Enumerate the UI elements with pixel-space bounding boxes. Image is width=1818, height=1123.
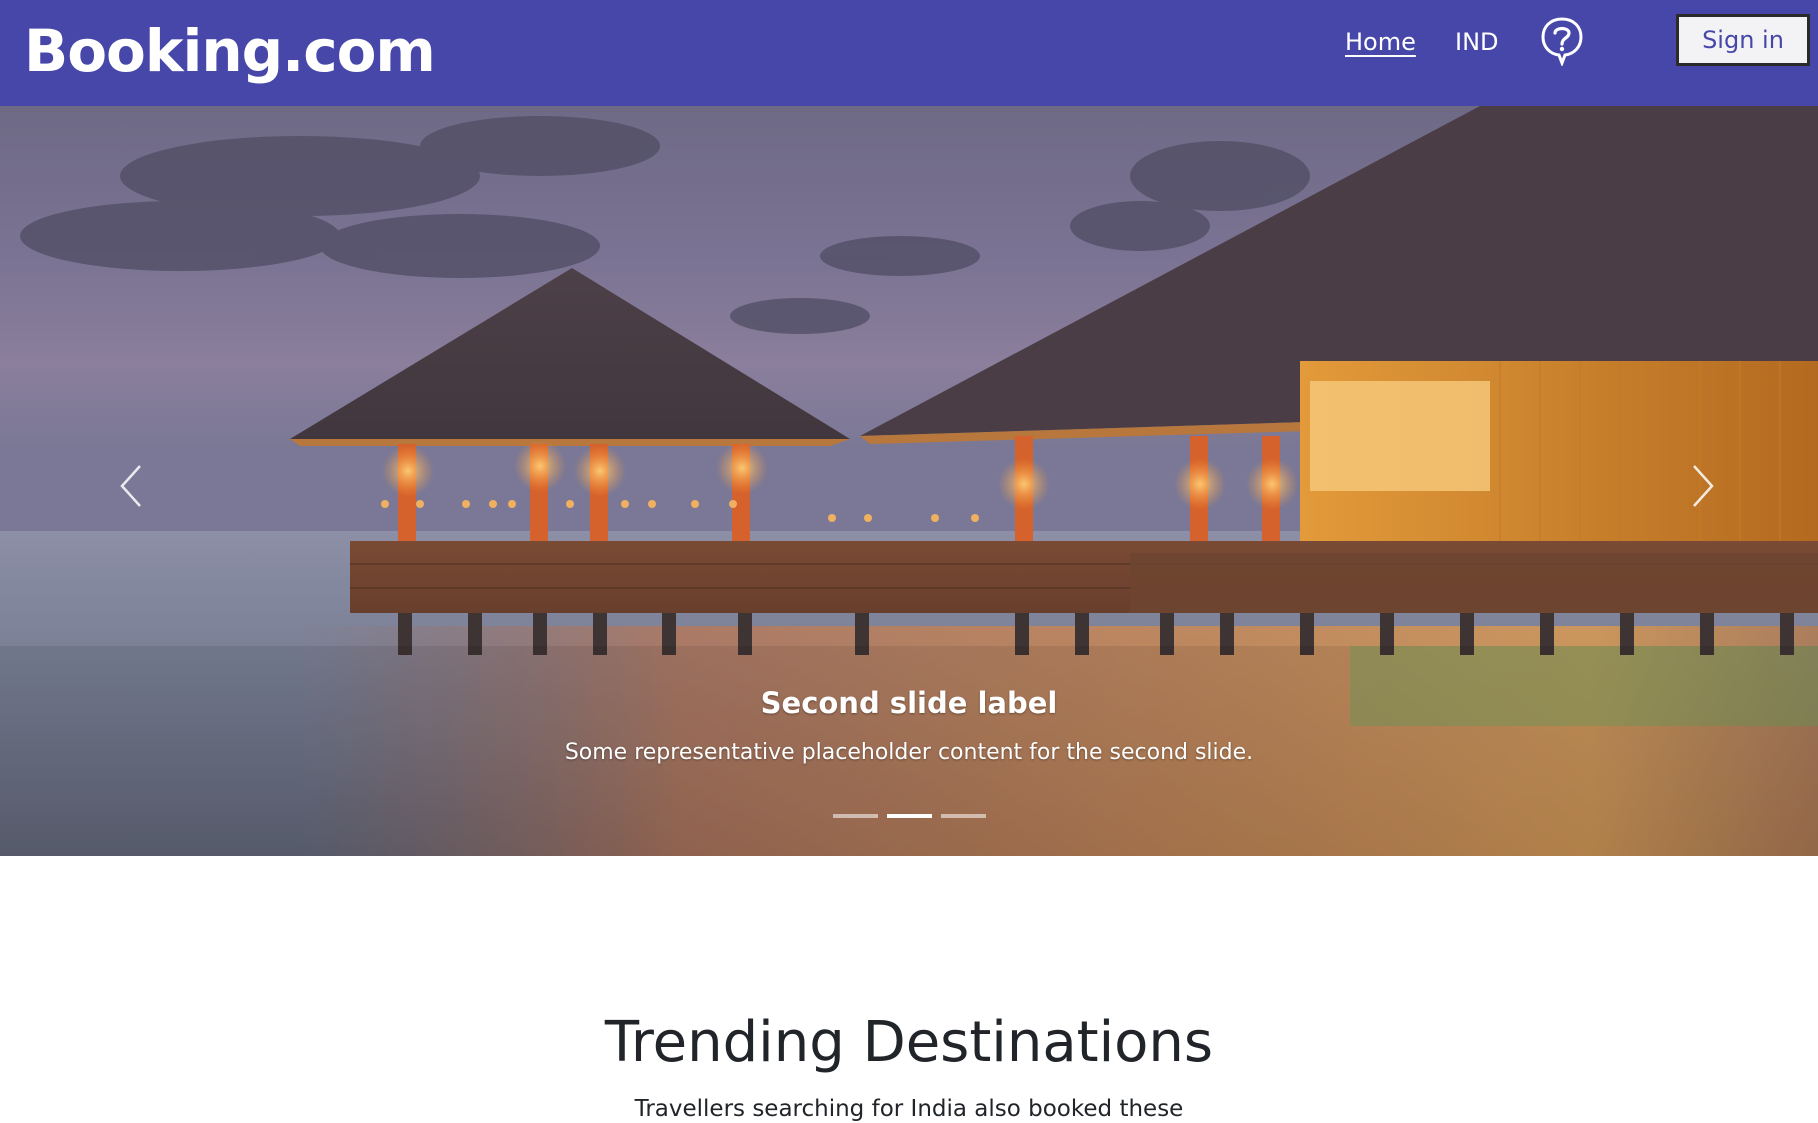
carousel-prev-button[interactable] [102, 456, 162, 516]
carousel-indicators [0, 814, 1818, 820]
hero-carousel: Second slide label Some representative p… [0, 106, 1818, 856]
slide-caption-text: Some representative placeholder content … [564, 740, 1254, 765]
chevron-left-icon [120, 465, 141, 507]
carousel-next-button[interactable] [1672, 456, 1732, 516]
nav-link-country[interactable]: IND [1455, 24, 1499, 60]
top-navbar: Booking.com Home IND Sign in [0, 0, 1818, 106]
carousel-indicator-2[interactable] [886, 814, 932, 818]
slide-caption-title: Second slide label [760, 686, 1058, 720]
question-circle-icon[interactable] [1540, 16, 1584, 68]
brand-logo[interactable]: Booking.com [24, 14, 436, 88]
carousel-indicator-1[interactable] [832, 814, 878, 818]
nav-link-home[interactable]: Home [1345, 24, 1416, 60]
carousel-indicator-3[interactable] [940, 814, 986, 818]
sign-in-button[interactable]: Sign in [1676, 14, 1810, 66]
chevron-right-icon [1693, 465, 1714, 507]
trending-destinations-subtitle: Travellers searching for India also book… [634, 1096, 1184, 1122]
trending-destinations-heading: Trending Destinations [604, 1010, 1214, 1075]
